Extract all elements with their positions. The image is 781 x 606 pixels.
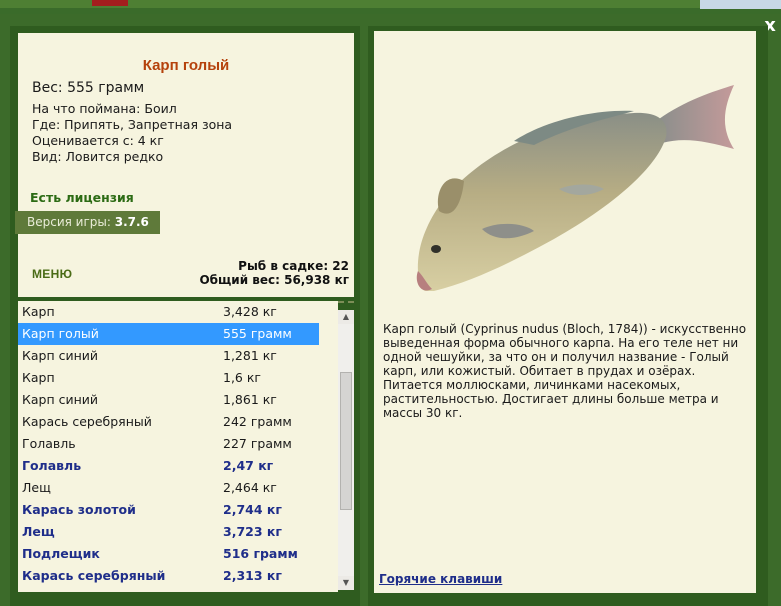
version-text: Версия игры: 3.7.6 <box>27 215 149 229</box>
list-item-name: Карась золотой <box>22 502 136 517</box>
hotkeys-link[interactable]: Горячие клавиши <box>379 572 502 586</box>
list-item[interactable]: Карась серебряный 2,313 кг <box>18 565 319 587</box>
list-item-name: Голавль <box>22 458 82 473</box>
list-item-weight: 3,428 кг <box>223 304 277 319</box>
list-item-weight: 2,47 кг <box>223 458 274 473</box>
list-item[interactable]: Карп 1,6 кг <box>18 367 319 389</box>
fish-count: Рыб в садке: 22 <box>238 259 349 273</box>
list-item-weight: 1,6 кг <box>223 370 261 385</box>
catch-list-scrollbar[interactable]: ▲ ▼ <box>338 310 354 590</box>
top-frame-sky <box>700 0 781 9</box>
catch-list: Карп 3,428 кг Карп голый 555 грамм Карп сини… <box>18 301 338 592</box>
list-item-name: Лещ <box>22 524 55 539</box>
list-item-weight: 516 грамм <box>223 546 298 561</box>
fish-info-panel: Карп голый Вес: 555 грамм На что поймана… <box>15 33 354 303</box>
list-item-weight: 2,464 кг <box>223 480 277 495</box>
fish-weight: Вес: 555 грамм <box>32 80 145 96</box>
fish-title: Карп голый <box>142 57 230 74</box>
list-item-weight: 227 грамм <box>223 436 292 451</box>
description-panel: Карп голый (Cyprinus nudus (Bloch, 1784)… <box>374 31 756 593</box>
fish-image <box>416 85 734 291</box>
list-item-name: Подлещик <box>22 546 100 561</box>
list-item[interactable]: Лещ 2,464 кг <box>18 477 319 499</box>
catch-stats: Рыб в садке: 22 Общий вес: 56,938 кг <box>199 259 349 287</box>
list-item-weight: 2,313 кг <box>223 568 282 583</box>
list-item[interactable]: Лещ 3,723 кг <box>18 521 319 543</box>
fish-details: На что поймана: Боил Где: Припять, Запре… <box>32 101 232 165</box>
list-item-weight: 3,723 кг <box>223 524 282 539</box>
list-item[interactable]: Карп голый 555 грамм <box>18 323 319 345</box>
list-item-name: Карась серебряный <box>22 414 152 429</box>
list-item-name: Карп <box>22 370 55 385</box>
list-item-name: Лещ <box>22 480 51 495</box>
list-item[interactable]: Карп 3,428 кг <box>18 301 319 323</box>
list-item[interactable]: Карась золотой 2,744 кг <box>18 499 319 521</box>
list-item[interactable]: Карп синий 1,281 кг <box>18 345 319 367</box>
detail-bait: На что поймана: Боил <box>32 101 177 116</box>
arrow-down-icon[interactable]: ▼ <box>338 576 354 590</box>
list-item[interactable]: Подлещик 516 грамм <box>18 543 319 565</box>
list-item-weight: 1,281 кг <box>223 348 277 363</box>
list-item[interactable]: Голавль 227 грамм <box>18 433 319 455</box>
list-item-weight: 555 грамм <box>223 326 292 341</box>
version-bar: Версия игры: 3.7.6 <box>15 211 160 234</box>
list-item-name: Карась серебряный <box>22 568 166 583</box>
top-frame-red-element <box>92 0 128 6</box>
detail-value: Оценивается с: 4 кг <box>32 133 164 148</box>
list-item-weight: 1,861 кг <box>223 392 277 407</box>
list-item-name: Карп голый <box>22 326 99 341</box>
version-label: Версия игры: <box>27 215 115 229</box>
list-item[interactable]: Голавль 2,47 кг <box>18 455 319 477</box>
detail-location: Где: Припять, Запретная зона <box>32 117 233 132</box>
license-status: Есть лицензия <box>30 190 134 205</box>
list-item-weight: 242 грамм <box>223 414 292 429</box>
detail-rarity: Вид: Ловится редко <box>32 149 164 164</box>
list-item-weight: 2,744 кг <box>223 502 282 517</box>
total-weight: Общий вес: 56,938 кг <box>199 273 349 287</box>
list-item-name: Карп <box>22 304 55 319</box>
list-item-name: Карп синий <box>22 392 99 407</box>
scrollbar-thumb[interactable] <box>340 372 352 510</box>
list-item-name: Голавль <box>22 436 76 451</box>
list-item-name: Карп синий <box>22 348 99 363</box>
fish-description: Карп голый (Cyprinus nudus (Bloch, 1784)… <box>383 322 747 420</box>
list-item[interactable]: Карась серебряный 242 грамм <box>18 411 319 433</box>
version-number: 3.7.6 <box>114 215 149 229</box>
menu-button[interactable]: МЕНЮ <box>32 267 72 281</box>
top-frame <box>0 0 781 14</box>
arrow-up-icon[interactable]: ▲ <box>338 310 354 324</box>
list-item[interactable]: Карп синий 1,861 кг <box>18 389 319 411</box>
